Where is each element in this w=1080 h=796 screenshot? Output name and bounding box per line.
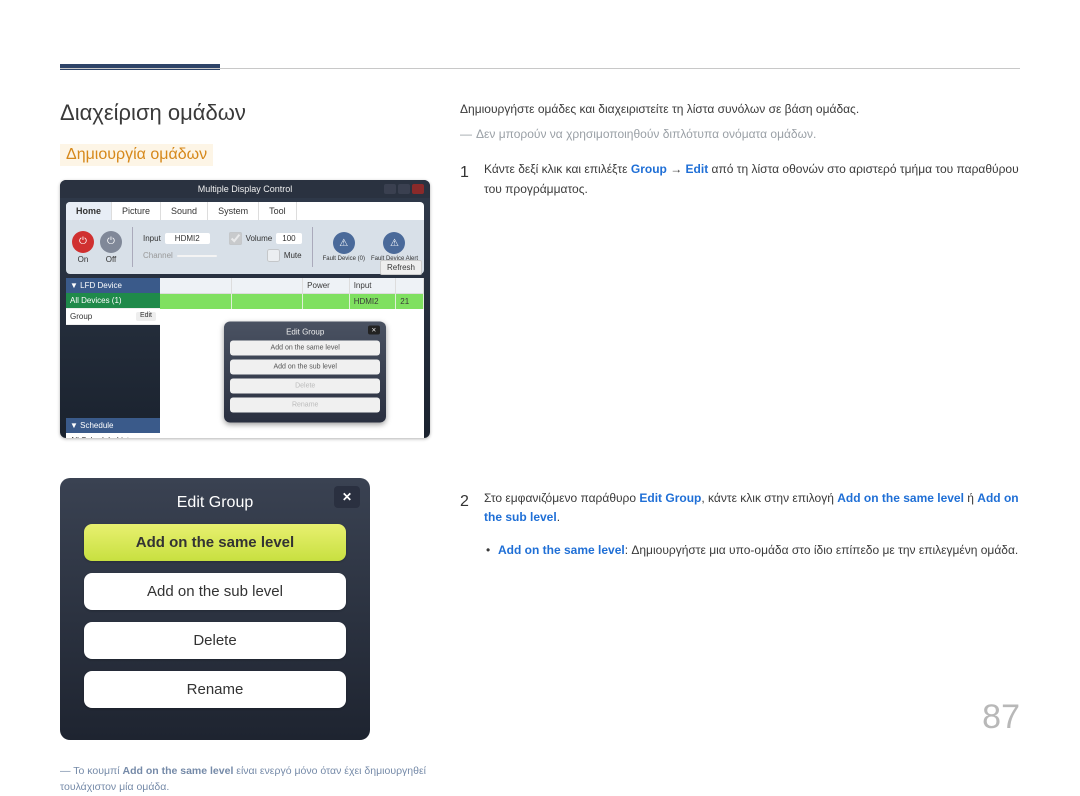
opt-delete: Delete bbox=[84, 622, 346, 659]
fault-device-icon: ⚠ bbox=[333, 232, 355, 254]
fault-device-label: Fault Device (0) bbox=[323, 256, 365, 262]
group-row: Group Edit bbox=[66, 309, 160, 325]
opt-sub-level-small: Add on the sub level bbox=[230, 359, 380, 374]
cell-last: 21 bbox=[396, 294, 424, 309]
cell-input: HDMI2 bbox=[350, 294, 397, 309]
edit-button-small: Edit bbox=[136, 312, 156, 321]
dialog-title-small: Edit Group × bbox=[230, 327, 380, 336]
lfd-device-header: ▼ LFD Device bbox=[66, 278, 160, 293]
fault-alert-icon: ⚠ bbox=[383, 232, 405, 254]
dialog-close-button: ✕ bbox=[334, 486, 360, 508]
step-1-number: 1 bbox=[460, 160, 474, 198]
close-icon bbox=[412, 184, 424, 194]
toolbar: ⏻ On ⏻ Off Input HDMI2 Volume 100 bbox=[66, 220, 424, 274]
table-header: Power Input bbox=[160, 278, 424, 294]
dialog-title: Edit Group bbox=[60, 488, 370, 524]
volume-checkbox bbox=[229, 232, 242, 245]
opt-delete-small: Delete bbox=[230, 378, 380, 393]
step-1-text: Κάντε δεξί κλικ και επιλέξτε Group → Edi… bbox=[484, 160, 1020, 198]
all-devices-row: All Devices (1) bbox=[66, 293, 160, 309]
header-accent-bar bbox=[60, 64, 220, 70]
footnote: ― Το κουμπί Add on the same level είναι … bbox=[60, 764, 430, 796]
mute-checkbox bbox=[267, 249, 280, 262]
volume-value: 100 bbox=[276, 233, 301, 244]
step-1: 1 Κάντε δεξί κλικ και επιλέξτε Group → E… bbox=[460, 160, 1020, 198]
opt-same-level: Add on the same level bbox=[84, 524, 346, 561]
schedule-header: ▼ Schedule bbox=[66, 418, 160, 433]
mute-label: Mute bbox=[284, 251, 302, 260]
tab-sound: Sound bbox=[161, 202, 208, 220]
minimize-icon bbox=[384, 184, 396, 194]
table-row: HDMI2 21 bbox=[160, 294, 424, 309]
step-2-text: Στο εμφανιζόμενο παράθυρο Edit Group, κά… bbox=[484, 489, 1020, 561]
tab-tool: Tool bbox=[259, 202, 297, 220]
maximize-icon bbox=[398, 184, 410, 194]
note-text: Δεν μπορούν να χρησιμοποιηθούν διπλότυπα… bbox=[460, 125, 1020, 144]
opt-sub-level: Add on the sub level bbox=[84, 573, 346, 610]
power-off-icon: ⏻ bbox=[100, 231, 122, 253]
col-input: Input bbox=[350, 278, 397, 293]
edit-group-dialog-small: Edit Group × Add on the same level Add o… bbox=[224, 321, 386, 422]
app-screenshot-1: Multiple Display Control Home Picture So… bbox=[60, 180, 430, 438]
opt-rename: Rename bbox=[84, 671, 346, 708]
input-value: HDMI2 bbox=[165, 233, 210, 244]
section-title: Δημιουργία ομάδων bbox=[60, 144, 213, 166]
window-title: Multiple Display Control bbox=[60, 180, 430, 198]
tab-home: Home bbox=[66, 202, 112, 220]
power-on-icon: ⏻ bbox=[72, 231, 94, 253]
edit-group-dialog-large: ✕ Edit Group Add on the same level Add o… bbox=[60, 478, 370, 740]
on-label: On bbox=[78, 255, 89, 264]
opt-rename-small: Rename bbox=[230, 397, 380, 412]
step-2-number: 2 bbox=[460, 489, 474, 561]
tab-picture: Picture bbox=[112, 202, 161, 220]
tab-system: System bbox=[208, 202, 259, 220]
off-label: Off bbox=[106, 255, 117, 264]
schedule-list-item: All Schedule List bbox=[66, 433, 160, 438]
dialog-close-icon: × bbox=[368, 325, 381, 334]
input-label: Input bbox=[143, 234, 161, 243]
main-title: Διαχείριση ομάδων bbox=[60, 100, 430, 126]
intro-text: Δημιουργήστε ομάδες και διαχειριστείτε τ… bbox=[460, 100, 1020, 119]
refresh-button: Refresh bbox=[380, 260, 422, 275]
volume-label: Volume bbox=[246, 234, 273, 243]
header-divider bbox=[60, 68, 1020, 69]
step-2-bullet: Add on the same level: Δημιουργήστε μια … bbox=[484, 541, 1020, 560]
col-power: Power bbox=[303, 278, 350, 293]
window-buttons bbox=[384, 184, 424, 194]
opt-same-level-small: Add on the same level bbox=[230, 340, 380, 355]
channel-value bbox=[177, 255, 217, 257]
step-2: 2 Στο εμφανιζόμενο παράθυρο Edit Group, … bbox=[460, 489, 1020, 561]
page-number: 87 bbox=[982, 698, 1020, 737]
channel-label: Channel bbox=[143, 251, 173, 260]
tab-bar: Home Picture Sound System Tool bbox=[66, 202, 424, 220]
